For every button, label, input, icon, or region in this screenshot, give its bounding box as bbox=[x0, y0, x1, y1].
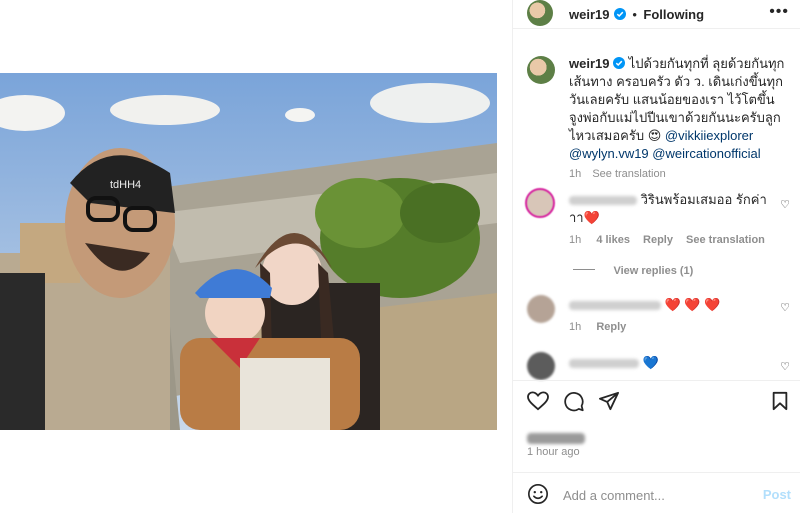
post-time-ago[interactable]: 1 hour ago bbox=[527, 446, 580, 458]
see-translation-link[interactable]: See translation bbox=[592, 168, 665, 180]
post-photo[interactable]: tdHH4 bbox=[0, 73, 497, 430]
comment-item: วิรินพร้อมเสมออ รักค่าาา❤️ 1h 4 likes Re… bbox=[569, 191, 769, 249]
comment-username[interactable] bbox=[569, 196, 637, 206]
family-photo-image: tdHH4 bbox=[0, 73, 497, 430]
save-bookmark-icon[interactable] bbox=[771, 391, 789, 411]
add-comment-bar: Post bbox=[513, 472, 800, 514]
post-actions: 1 hour ago bbox=[513, 380, 800, 465]
header-username[interactable]: weir19 bbox=[569, 7, 609, 22]
caption-time[interactable]: 1h bbox=[569, 168, 581, 180]
comment-likes[interactable]: 4 likes bbox=[596, 234, 630, 246]
like-comment-heart-icon[interactable]: ♡ bbox=[780, 198, 790, 211]
following-button[interactable]: Following bbox=[643, 7, 704, 22]
share-send-icon[interactable] bbox=[598, 391, 620, 411]
comment-time: 1h bbox=[569, 321, 582, 333]
like-heart-icon[interactable] bbox=[527, 391, 549, 411]
post-button[interactable]: Post bbox=[763, 487, 791, 502]
comment-meta: 1h 4 likes Reply See translation bbox=[569, 231, 769, 249]
post-header: weir19 • Following ••• bbox=[513, 0, 800, 29]
caption-emoji: 😍 bbox=[647, 128, 662, 143]
more-options-icon[interactable]: ••• bbox=[769, 3, 789, 21]
post-media: tdHH4 bbox=[0, 0, 512, 513]
commenter-avatar[interactable] bbox=[525, 188, 555, 218]
mention-link[interactable]: @wylyn.vw19 bbox=[569, 146, 649, 161]
caption-avatar[interactable] bbox=[527, 56, 555, 84]
post-caption: weir19 ไปด้วยกันทุกที่ ลุยด้วยกันทุกเส้น… bbox=[569, 55, 791, 183]
comment-username[interactable] bbox=[569, 359, 639, 369]
view-replies[interactable]: View replies (1) bbox=[573, 261, 693, 279]
reply-button[interactable]: Reply bbox=[596, 321, 626, 333]
commenter-avatar[interactable] bbox=[527, 295, 555, 323]
like-comment-heart-icon[interactable]: ♡ bbox=[780, 301, 790, 314]
post-side-panel: weir19 • Following ••• weir19 ไปด้วยกันท… bbox=[512, 0, 800, 513]
reply-button[interactable]: Reply bbox=[643, 234, 673, 246]
replies-line bbox=[573, 269, 595, 271]
header-separator: • bbox=[632, 7, 637, 22]
svg-text:tdHH4: tdHH4 bbox=[110, 179, 141, 191]
verified-badge-icon bbox=[613, 57, 626, 69]
see-translation-link[interactable]: See translation bbox=[686, 234, 765, 246]
comment-item: ❤️ ❤️ ❤️ 1h Reply bbox=[569, 296, 769, 336]
comment-emoji: ❤️ ❤️ ❤️ bbox=[664, 297, 721, 312]
author-avatar[interactable] bbox=[527, 0, 553, 26]
like-comment-heart-icon[interactable]: ♡ bbox=[780, 360, 790, 373]
comment-emoji: ❤️ bbox=[583, 210, 600, 225]
mention-link[interactable]: @weircationofficial bbox=[652, 146, 760, 161]
comment-bubble-icon[interactable] bbox=[563, 391, 585, 412]
commenter-avatar[interactable] bbox=[527, 352, 555, 380]
mention-link[interactable]: @vikkiiexplorer bbox=[665, 128, 753, 143]
verified-badge-icon bbox=[613, 8, 626, 20]
comment-meta: 1h Reply bbox=[569, 318, 769, 336]
view-replies-label[interactable]: View replies (1) bbox=[613, 265, 693, 277]
emoji-picker-icon[interactable] bbox=[527, 483, 549, 505]
caption-username[interactable]: weir19 bbox=[569, 56, 609, 71]
comment-username[interactable] bbox=[569, 301, 661, 311]
header-user-row: weir19 • Following bbox=[569, 6, 704, 24]
comment-time: 1h bbox=[569, 234, 582, 246]
caption-meta: 1h See translation bbox=[569, 165, 791, 183]
comment-item: 💙 bbox=[569, 354, 769, 372]
comment-input[interactable] bbox=[561, 485, 755, 505]
comment-emoji: 💙 bbox=[642, 355, 659, 370]
